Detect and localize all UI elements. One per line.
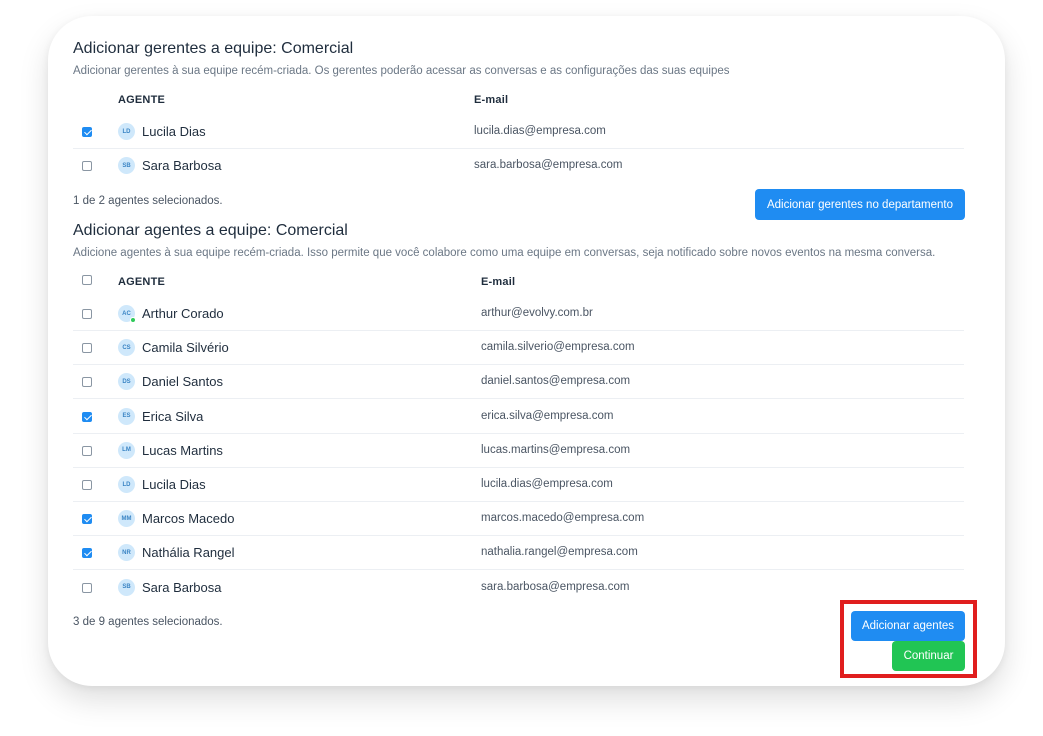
avatar-initials: NR [122, 549, 131, 556]
agent-checkbox[interactable] [82, 309, 92, 319]
avatar: ES [118, 407, 135, 425]
avatar-initials: ES [122, 413, 131, 420]
agent-email: lucila.dias@empresa.com [481, 478, 613, 490]
agent-checkbox[interactable] [82, 161, 92, 172]
agents-selected-count: 3 de 9 agentes selecionados. [73, 616, 223, 628]
agents-section-description: Adicione agentes à sua equipe recém-cria… [73, 247, 936, 259]
table-row[interactable]: MM Marcos Macedo marcos.macedo@empresa.com [73, 502, 964, 537]
add-managers-button[interactable]: Adicionar gerentes no departamento [755, 189, 965, 220]
agent-name: Lucila Dias [142, 477, 206, 492]
table-row[interactable]: LD Lucila Dias lucila.dias@empresa.com [73, 468, 964, 502]
agent-email: lucila.dias@empresa.com [474, 125, 606, 137]
agent-name: Marcos Macedo [142, 511, 235, 527]
table-row[interactable]: SB Sara Barbosa sara.barbosa@empresa.com [73, 149, 964, 183]
managers-section-description: Adicionar gerentes à sua equipe recém-cr… [73, 65, 730, 77]
table-row[interactable]: LD Lucila Dias lucila.dias@empresa.com [73, 115, 964, 149]
agent-email: marcos.macedo@empresa.com [481, 512, 645, 525]
agent-email: arthur@evolvy.com.br [481, 307, 593, 319]
avatar: NR [118, 544, 135, 562]
agent-email: sara.barbosa@empresa.com [474, 159, 623, 172]
agent-name: Lucas Martins [142, 442, 223, 458]
avatar-initials: AC [122, 310, 131, 317]
table-row[interactable]: NR Nathália Rangel nathalia.rangel@empresa… [73, 536, 964, 571]
agent-email: daniel.santos@empresa.com [481, 375, 631, 388]
agents-section-title: Adicionar agentes a equipe: Comercial [73, 222, 348, 239]
managers-column-email: E-mail [474, 94, 509, 106]
agent-checkbox[interactable] [82, 411, 92, 422]
avatar-initials: SB [122, 584, 131, 591]
managers-section-title: Adicionar gerentes a equipe: Comercial [73, 40, 354, 57]
agents-table-header [73, 263, 964, 297]
avatar: LD [118, 123, 135, 140]
table-row[interactable]: CS Camila Silvério camila.silverio@empresa… [73, 331, 964, 366]
avatar-initials: LD [122, 128, 131, 135]
agent-checkbox[interactable] [82, 377, 92, 388]
agent-checkbox[interactable] [82, 445, 92, 456]
agent-name: Lucila Dias [142, 124, 206, 139]
avatar: CS [118, 339, 135, 357]
agent-checkbox[interactable] [82, 480, 92, 490]
agent-checkbox[interactable] [82, 514, 92, 525]
avatar-initials: MM [121, 515, 132, 522]
table-row[interactable]: SB Sara Barbosa sara.barbosa@empresa.com [73, 571, 964, 605]
agent-checkbox[interactable] [82, 548, 92, 559]
agent-name: Arthur Corado [142, 306, 224, 321]
agent-name: Daniel Santos [142, 374, 223, 390]
avatar: AC [118, 305, 136, 323]
managers-selected-count: 1 de 2 agentes selecionados. [73, 195, 223, 207]
agents-column-email: E-mail [481, 276, 516, 288]
table-row[interactable]: AC Arthur Corado arthur@evolvy.com.br [73, 297, 964, 331]
add-agents-button[interactable]: Adicionar agentes [851, 611, 965, 641]
avatar-initials: CS [122, 344, 131, 351]
agent-name: Camila Silvério [142, 340, 229, 356]
avatar: DS [118, 373, 135, 391]
agents-column-agent: AGENTE [118, 276, 166, 288]
table-row[interactable]: LM Lucas Martins lucas.martins@empresa.com [73, 434, 964, 468]
avatar: LM [118, 441, 135, 459]
online-status-dot [130, 317, 136, 323]
avatar: SB [118, 157, 135, 175]
avatar: SB [118, 578, 135, 596]
agent-email: nathalia.rangel@empresa.com [481, 546, 638, 559]
agent-email: lucas.martins@empresa.com [481, 443, 631, 456]
agent-name: Nathália Rangel [142, 545, 235, 561]
agent-email: erica.silva@empresa.com [481, 409, 614, 422]
agent-email: camila.silverio@empresa.com [481, 341, 635, 354]
managers-column-agent: AGENTE [118, 94, 166, 106]
continue-button[interactable]: Continuar [892, 641, 965, 671]
table-row[interactable]: DS Daniel Santos daniel.santos@empresa.com [73, 365, 964, 400]
avatar-initials: SB [122, 162, 131, 169]
avatar-initials: DS [122, 378, 131, 385]
select-all-agents-checkbox[interactable] [82, 275, 92, 285]
agent-checkbox[interactable] [82, 127, 92, 137]
agent-email: sara.barbosa@empresa.com [481, 580, 630, 593]
agent-checkbox[interactable] [82, 343, 92, 354]
agent-name: Erica Silva [142, 408, 204, 424]
avatar-initials: LM [122, 447, 131, 454]
agent-checkbox[interactable] [82, 582, 92, 593]
table-row[interactable]: ES Erica Silva erica.silva@empresa.com [73, 400, 964, 434]
agent-name: Sara Barbosa [142, 579, 222, 595]
avatar: LD [118, 476, 135, 493]
agent-name: Sara Barbosa [142, 158, 222, 174]
avatar: MM [118, 510, 135, 528]
avatar-initials: LD [122, 481, 131, 488]
